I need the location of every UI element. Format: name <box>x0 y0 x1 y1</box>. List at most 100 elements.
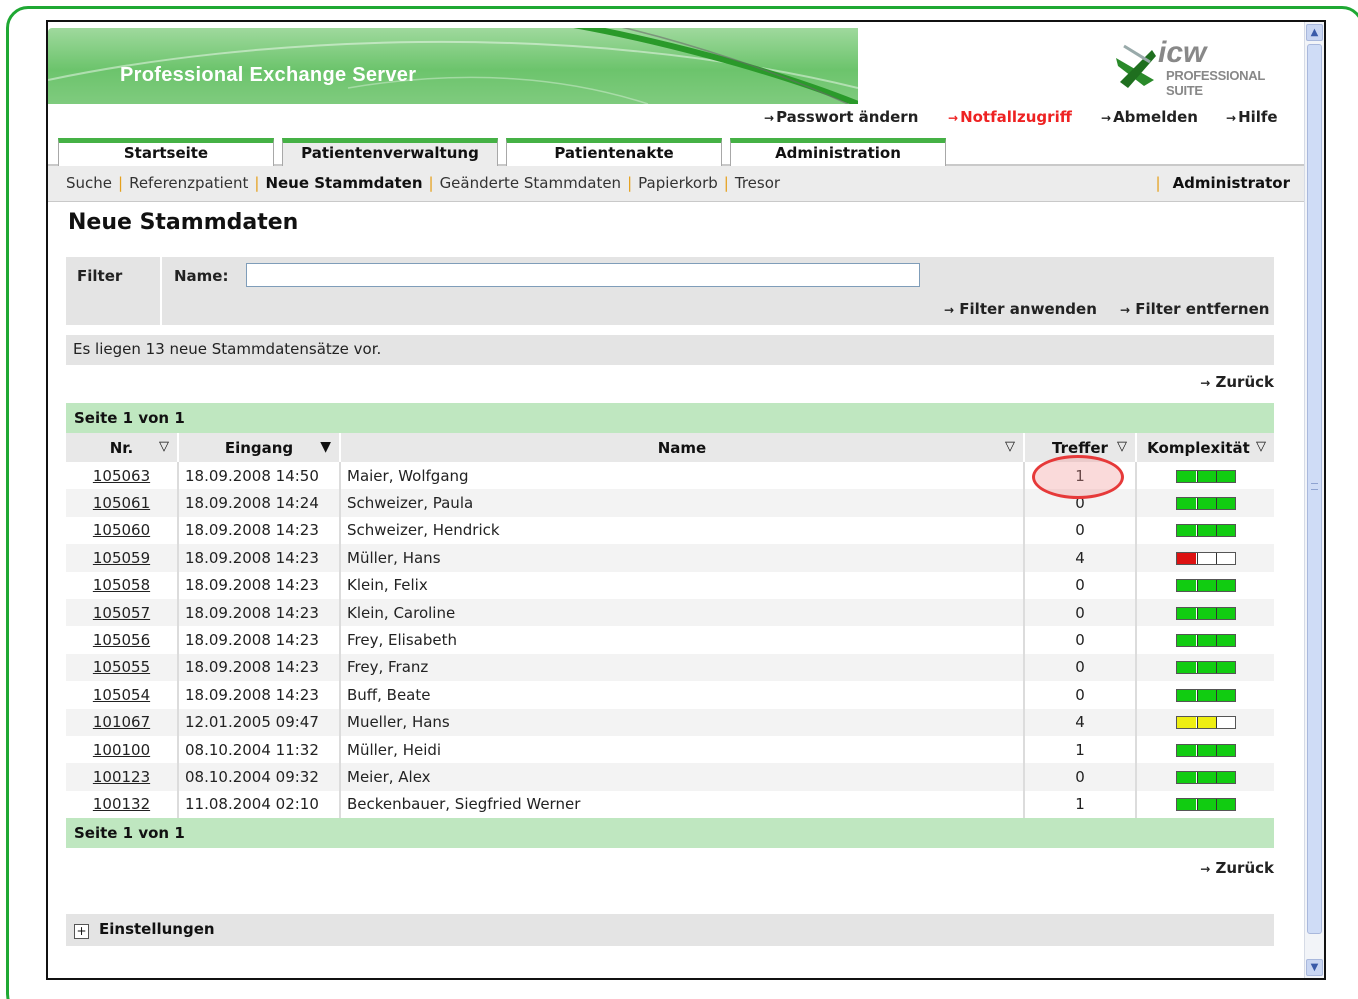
complexity-indicator <box>1175 606 1236 620</box>
record-number-link[interactable]: 105061 <box>93 494 150 512</box>
header-label: Name <box>657 438 707 457</box>
logo-subtitle: PROFESSIONAL SUITE <box>1166 68 1265 98</box>
separator: | <box>428 174 434 192</box>
arrow-icon: → <box>1226 111 1237 125</box>
scroll-down-icon[interactable]: ▼ <box>1306 959 1323 976</box>
complexity-segment <box>1215 717 1235 729</box>
complexity-segment <box>1215 498 1235 510</box>
apply-filter-link[interactable]: → Filter anwenden <box>944 300 1097 318</box>
complexity-indicator <box>1175 661 1236 675</box>
expand-plus-icon[interactable]: + <box>74 924 89 939</box>
record-number-link[interactable]: 105054 <box>93 686 150 704</box>
subnav-item-referenzpatient[interactable]: Referenzpatient <box>129 174 248 192</box>
cell-name: Schweizer, Paula <box>340 489 1025 517</box>
record-number-link[interactable]: 105056 <box>93 631 150 649</box>
record-number-link[interactable]: 105060 <box>93 521 150 539</box>
complexity-segment <box>1176 662 1196 674</box>
cell-name: Müller, Heidi <box>340 735 1025 764</box>
cell-eingang: 18.09.2008 14:50 <box>178 462 341 490</box>
record-number-link[interactable]: 105063 <box>93 467 150 485</box>
complexity-indicator <box>1175 551 1236 565</box>
record-number-link[interactable]: 100100 <box>93 741 150 759</box>
app-title: Professional Exchange Server <box>120 64 417 86</box>
settings-panel[interactable]: + Einstellungen <box>66 914 1274 946</box>
arrow-icon: → <box>944 303 955 317</box>
cell-nr: 100123 <box>66 763 179 791</box>
record-number-link[interactable]: 100132 <box>93 795 150 813</box>
table-body: 105063 18.09.2008 14:50 Maier, Wolfgang 1 10… <box>66 462 1274 819</box>
sort-icon[interactable]: ▽ <box>1117 439 1127 454</box>
table-row[interactable]: 105055 18.09.2008 14:23 Frey, Franz 0 <box>66 653 1274 682</box>
table-row[interactable]: 105059 18.09.2008 14:23 Müller, Hans 4 <box>66 544 1274 572</box>
change-password-link[interactable]: → Passwort ändern <box>764 108 918 126</box>
back-link-bottom[interactable]: → Zurück <box>1200 859 1274 877</box>
column-header-eingang[interactable]: Eingang ▼ <box>178 433 341 462</box>
emergency-access-link[interactable]: → Notfallzugriff <box>948 108 1072 126</box>
complexity-segment <box>1196 717 1216 729</box>
scroll-up-icon[interactable]: ▲ <box>1306 24 1323 41</box>
header-label: Treffer <box>1052 438 1108 457</box>
table-row[interactable]: 105057 18.09.2008 14:23 Klein, Caroline 0 <box>66 598 1274 627</box>
complexity-segment <box>1215 771 1235 783</box>
record-number-link[interactable]: 100123 <box>93 768 150 786</box>
link-label: Hilfe <box>1238 108 1278 126</box>
complexity-segment <box>1215 525 1235 537</box>
remove-filter-link[interactable]: → Filter entfernen <box>1120 300 1269 318</box>
sort-icon[interactable]: ▽ <box>1256 439 1266 454</box>
complexity-segment <box>1215 662 1235 674</box>
header-label: Eingang <box>224 438 294 457</box>
cell-eingang: 18.09.2008 14:23 <box>178 516 341 545</box>
table-row[interactable]: 100100 08.10.2004 11:32 Müller, Heidi 1 <box>66 735 1274 764</box>
table-row[interactable]: 105060 18.09.2008 14:23 Schweizer, Hendric… <box>66 516 1274 545</box>
cell-treffer: 0 <box>1024 516 1137 545</box>
complexity-segment <box>1215 607 1235 619</box>
vertical-scrollbar[interactable]: ▲ ▼ <box>1304 22 1324 978</box>
cell-eingang: 12.01.2005 09:47 <box>178 708 341 736</box>
tab-patientenakte[interactable]: Patientenakte <box>506 138 722 166</box>
back-link-top[interactable]: → Zurück <box>1200 373 1274 391</box>
complexity-segment <box>1196 689 1216 701</box>
cell-nr: 101067 <box>66 708 179 736</box>
complexity-segment <box>1176 470 1196 482</box>
help-link[interactable]: → Hilfe <box>1226 108 1278 126</box>
column-header-nr[interactable]: Nr. ▽ <box>66 433 179 462</box>
separator: | <box>254 174 260 192</box>
record-number-link[interactable]: 105057 <box>93 604 150 622</box>
subnav-item-geaenderte-stammdaten[interactable]: Geänderte Stammdaten <box>440 174 622 192</box>
table-row[interactable]: 100132 11.08.2004 02:10 Beckenbauer, Siegf… <box>66 790 1274 819</box>
cell-name: Frey, Elisabeth <box>340 626 1025 654</box>
arrow-icon: → <box>1200 862 1211 876</box>
record-number-link[interactable]: 105055 <box>93 658 150 676</box>
table-row[interactable]: 101067 12.01.2005 09:47 Mueller, Hans 4 <box>66 708 1274 736</box>
table-row[interactable]: 105058 18.09.2008 14:23 Klein, Felix 0 <box>66 571 1274 599</box>
record-number-link[interactable]: 105059 <box>93 549 150 567</box>
complexity-segment <box>1176 799 1196 811</box>
scroll-thumb[interactable] <box>1307 44 1322 934</box>
table-row[interactable]: 100123 08.10.2004 09:32 Meier, Alex 0 <box>66 763 1274 791</box>
separator: | <box>627 174 633 192</box>
subnav-item-tresor[interactable]: Tresor <box>735 174 780 192</box>
tab-startseite[interactable]: Startseite <box>58 138 274 166</box>
separator: | <box>1155 174 1161 192</box>
name-filter-input[interactable] <box>246 263 920 287</box>
cell-treffer: 0 <box>1024 571 1137 599</box>
record-number-link[interactable]: 105058 <box>93 576 150 594</box>
table-row[interactable]: 105054 18.09.2008 14:23 Buff, Beate 0 <box>66 681 1274 709</box>
table-row[interactable]: 105056 18.09.2008 14:23 Frey, Elisabeth 0 <box>66 626 1274 654</box>
page-title: Neue Stammdaten <box>68 210 299 235</box>
header: Professional Exchange Server icw PROFESS… <box>48 22 1306 104</box>
subnav-item-suche[interactable]: Suche <box>66 174 112 192</box>
cell-name: Schweizer, Hendrick <box>340 516 1025 545</box>
subnav-item-papierkorb[interactable]: Papierkorb <box>638 174 718 192</box>
logout-link[interactable]: → Abmelden <box>1101 108 1198 126</box>
column-header-name[interactable]: Name ▽ <box>340 433 1025 462</box>
sort-icon[interactable]: ▽ <box>1005 439 1015 454</box>
tab-patientenverwaltung[interactable]: Patientenverwaltung <box>282 138 498 166</box>
sort-icon[interactable]: ▽ <box>159 439 169 454</box>
subnav-item-neue-stammdaten[interactable]: Neue Stammdaten <box>265 174 422 192</box>
column-header-komplexitaet[interactable]: Komplexität ▽ <box>1136 433 1274 462</box>
record-number-link[interactable]: 101067 <box>93 713 150 731</box>
tab-administration[interactable]: Administration <box>730 138 946 166</box>
sort-desc-icon[interactable]: ▼ <box>320 439 331 455</box>
cell-eingang: 08.10.2004 11:32 <box>178 735 341 764</box>
